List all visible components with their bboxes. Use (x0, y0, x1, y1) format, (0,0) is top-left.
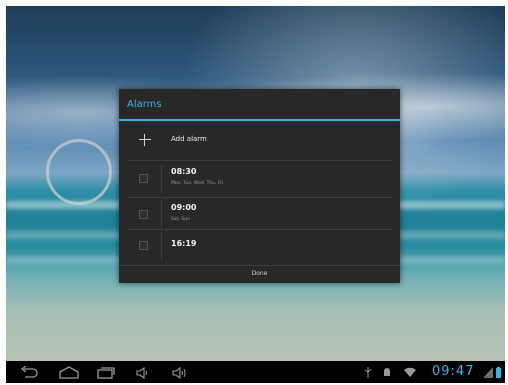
signal-icon (483, 367, 493, 381)
home-icon[interactable] (58, 365, 80, 383)
alarm-row[interactable]: 16:19 (119, 229, 400, 265)
done-button[interactable]: Done (119, 265, 400, 284)
row-separator (161, 232, 162, 262)
title-divider (119, 119, 400, 121)
done-label: Done (251, 270, 268, 277)
alarms-dialog: Alarms Add alarm 08:30 Mon, Tue, Wed, Th… (119, 89, 400, 283)
alarm-time: 16:19 (171, 239, 197, 248)
plus-icon (139, 134, 151, 146)
alarm-time: 08:30 (171, 167, 197, 176)
row-separator (161, 164, 162, 194)
alarm-row[interactable]: 08:30 Mon, Tue, Wed, Thu, Fri (119, 161, 400, 197)
alarm-row[interactable]: 09:00 Sat, Sun (119, 197, 400, 233)
alarm-days: Mon, Tue, Wed, Thu, Fri (171, 181, 224, 186)
usb-icon (364, 367, 372, 381)
add-alarm-button[interactable]: Add alarm (119, 129, 400, 155)
alarm-time: 09:00 (171, 203, 197, 212)
row-separator (161, 200, 162, 230)
dialog-title: Alarms (127, 99, 162, 110)
volume-down-icon[interactable] (136, 365, 150, 383)
alarm-days: Sat, Sun (171, 217, 190, 222)
alarm-enable-checkbox[interactable] (139, 210, 148, 219)
status-clock: 09:47 (432, 364, 475, 379)
screen: Alarms Add alarm 08:30 Mon, Tue, Wed, Th… (6, 6, 505, 383)
battery-icon (495, 367, 502, 381)
wifi-icon (404, 367, 416, 381)
analog-clock-widget[interactable] (46, 139, 112, 205)
add-alarm-label: Add alarm (171, 135, 207, 143)
alarm-enable-checkbox[interactable] (139, 174, 148, 183)
system-navigation-bar: 09:47 (6, 361, 505, 383)
back-icon[interactable] (20, 365, 38, 383)
recent-apps-icon[interactable] (96, 365, 116, 383)
alarm-enable-checkbox[interactable] (139, 241, 148, 250)
android-debug-icon (382, 367, 392, 381)
volume-up-icon[interactable] (172, 365, 190, 383)
